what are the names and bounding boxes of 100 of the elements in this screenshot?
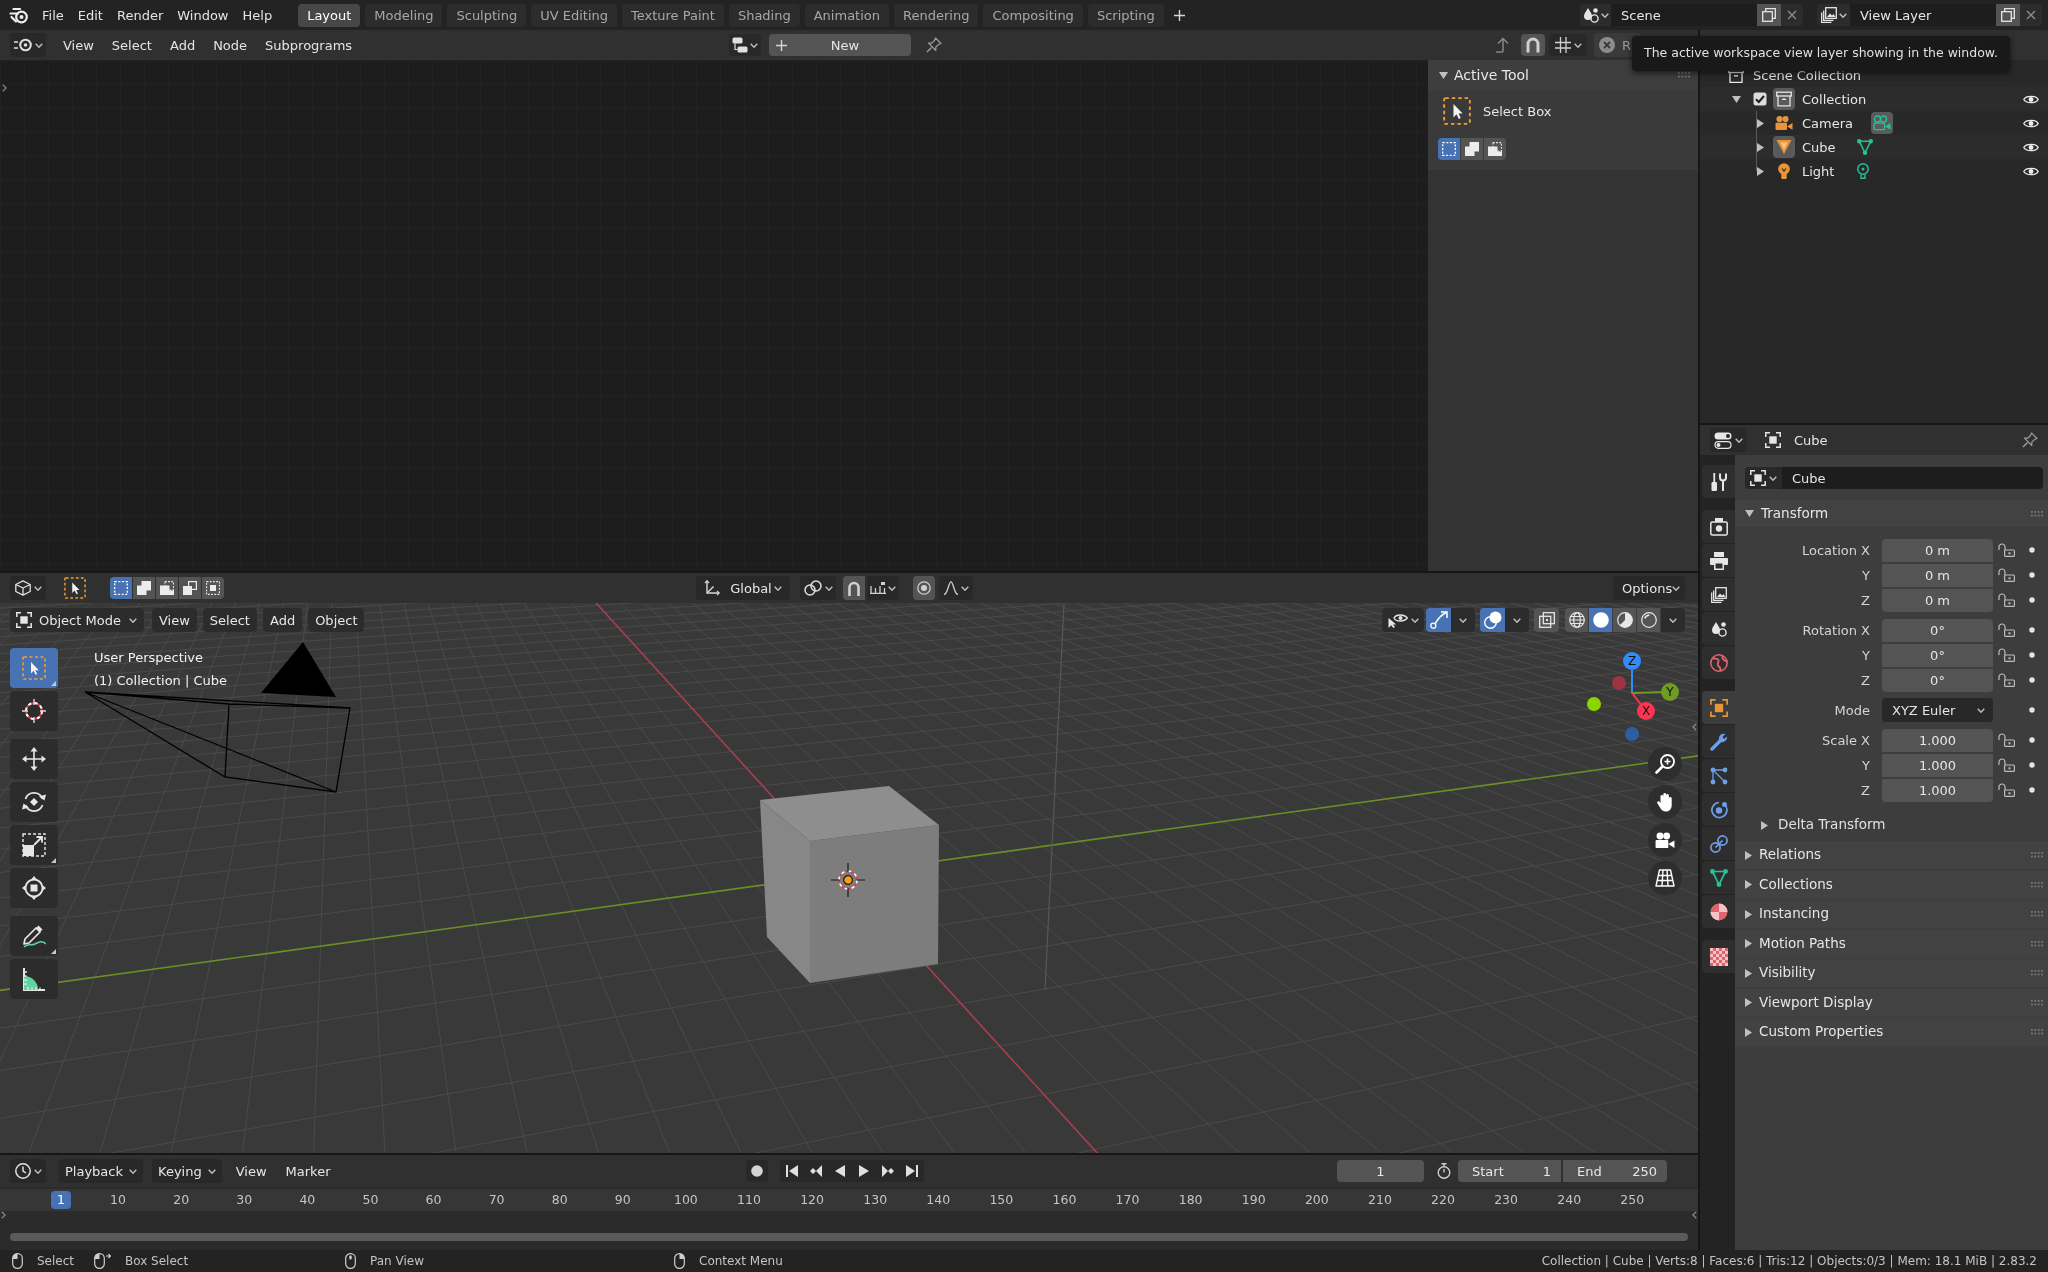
unlocked-padlock-icon[interactable]	[1998, 623, 2015, 637]
start-frame-field[interactable]: Start 1	[1458, 1160, 1561, 1182]
snap-element-button[interactable]	[1549, 34, 1587, 56]
properties-tab[interactable]	[1702, 465, 1735, 498]
unlocked-padlock-icon[interactable]	[1998, 543, 2015, 557]
menu-item[interactable]: Add	[160, 33, 205, 57]
tool-button[interactable]	[10, 916, 58, 956]
panel-header[interactable]: Relations	[1735, 841, 2048, 869]
eye-icon[interactable]	[2023, 141, 2039, 153]
workspace-tab[interactable]: Sculpting	[447, 3, 527, 27]
pan-button[interactable]	[1648, 785, 1682, 819]
shading-mode-button[interactable]	[1613, 608, 1636, 632]
playback-button[interactable]	[900, 1160, 924, 1182]
gizmo-dropdown[interactable]	[1451, 608, 1475, 632]
eye-icon[interactable]	[2023, 117, 2039, 129]
selection-mode-button[interactable]	[1484, 138, 1506, 160]
tool-button[interactable]	[10, 868, 58, 908]
orientation-dropdown[interactable]: Global	[696, 576, 790, 600]
new-button[interactable]: New	[769, 34, 911, 56]
triangle-right-icon[interactable]	[1756, 118, 1764, 128]
menu-item[interactable]: View	[152, 608, 197, 632]
eye-icon[interactable]	[2023, 93, 2039, 105]
duplicate-scene-button[interactable]	[1757, 4, 1781, 26]
editor-type-button[interactable]	[10, 576, 46, 600]
number-field[interactable]: 0 m	[1882, 563, 1993, 587]
number-field[interactable]: 0°	[1882, 643, 1993, 667]
menu-item[interactable]: Window	[170, 3, 236, 27]
overlays-toggle[interactable]	[1480, 608, 1505, 632]
workspace-tab[interactable]: Scripting	[1087, 3, 1164, 27]
tree-item[interactable]: Scene Collection	[1753, 68, 1862, 82]
editor-type-button[interactable]	[10, 1159, 46, 1183]
shading-mode-button[interactable]	[1565, 608, 1588, 632]
dropdown-menu[interactable]: Playback	[59, 1159, 143, 1183]
properties-tab[interactable]	[1702, 940, 1735, 973]
menu-item[interactable]: Select	[202, 608, 257, 632]
scene-selector-button[interactable]	[1580, 4, 1611, 26]
selection-mode-button[interactable]	[133, 577, 155, 599]
selection-mode-button[interactable]	[156, 577, 178, 599]
options-dropdown[interactable]: Options	[1613, 576, 1685, 600]
tree-item[interactable]: Collection	[1802, 92, 1867, 106]
snap-toggle[interactable]	[843, 576, 865, 600]
current-frame-field[interactable]: 1	[1337, 1160, 1424, 1182]
visibility-dropdown[interactable]	[1382, 608, 1424, 632]
properties-tab[interactable]	[1702, 612, 1735, 645]
snap-toggle[interactable]	[1521, 34, 1545, 56]
remove-view-layer-button[interactable]	[2020, 4, 2042, 26]
panel-header[interactable]: Motion Paths	[1735, 929, 2048, 958]
menu-item[interactable]: File	[35, 3, 71, 27]
checkbox[interactable]	[1753, 92, 1767, 106]
workspace-tab[interactable]: UV Editing	[531, 3, 617, 27]
panel-header[interactable]: Custom Properties	[1735, 1018, 2048, 1046]
gizmo-toggle[interactable]	[1426, 608, 1451, 632]
workspace-tab[interactable]: Texture Paint	[622, 3, 724, 27]
scene-name-field[interactable]: Scene	[1611, 4, 1757, 26]
properties-tab[interactable]	[1702, 861, 1735, 894]
properties-tab[interactable]	[1702, 578, 1735, 611]
menu-item[interactable]: Object	[308, 608, 365, 632]
eye-icon[interactable]	[2023, 165, 2039, 177]
selection-mode-button[interactable]	[1438, 138, 1460, 160]
panel-header[interactable]: Active Tool	[1428, 60, 1698, 90]
workspace-tab[interactable]: Animation	[804, 3, 889, 27]
xray-toggle[interactable]	[1534, 608, 1559, 632]
number-field[interactable]: 0°	[1882, 618, 1993, 642]
horizontal-scrollbar[interactable]	[10, 1233, 1688, 1241]
panel-header[interactable]: Instancing	[1735, 900, 2048, 928]
falloff-dropdown[interactable]	[939, 576, 973, 600]
panel-header[interactable]: Viewport Display	[1735, 988, 2048, 1017]
record-button[interactable]	[746, 1160, 768, 1182]
properties-tab[interactable]	[1702, 691, 1735, 724]
number-field[interactable]: 0°	[1882, 668, 1993, 692]
triangle-right-icon[interactable]	[1756, 166, 1764, 176]
menu-item[interactable]: View	[230, 1159, 272, 1183]
number-field[interactable]: 1.000	[1882, 778, 1993, 802]
selection-mode-button[interactable]	[179, 577, 201, 599]
duplicate-view-layer-button[interactable]	[1996, 4, 2020, 26]
shading-mode-button[interactable]	[1589, 608, 1612, 632]
properties-tab[interactable]	[1702, 544, 1735, 577]
unlocked-padlock-icon[interactable]	[1998, 783, 2015, 797]
menu-item[interactable]: Help	[235, 3, 280, 27]
selection-mode-button[interactable]	[1461, 138, 1483, 160]
editor-type-button[interactable]	[10, 33, 46, 57]
shading-dropdown[interactable]	[1661, 608, 1685, 632]
workspace-tab[interactable]: Rendering	[894, 3, 979, 27]
view-layer-name-field[interactable]: View Layer	[1850, 4, 1996, 26]
mode-dropdown[interactable]: Object Mode	[10, 608, 144, 632]
panel-header[interactable]: Transform	[1735, 500, 2048, 527]
shading-mode-button[interactable]	[1637, 608, 1660, 632]
tree-item[interactable]: Light	[1802, 164, 1835, 178]
properties-tab[interactable]	[1702, 827, 1735, 860]
triangle-right-icon[interactable]	[1756, 142, 1764, 152]
menu-item[interactable]: Select	[102, 33, 161, 57]
axis-button[interactable]: X	[1637, 702, 1655, 720]
menu-item[interactable]: Render	[109, 3, 171, 27]
workspace-tab[interactable]: Layout	[298, 3, 361, 27]
number-field[interactable]: 1.000	[1882, 753, 1993, 777]
current-frame-indicator[interactable]: 1	[51, 1191, 71, 1209]
tool-button[interactable]	[10, 825, 58, 865]
dropdown[interactable]: XYZ Euler	[1882, 698, 1993, 722]
workspace-tab[interactable]: Shading	[728, 3, 800, 27]
dropdown-menu[interactable]: Keying	[152, 1159, 222, 1183]
